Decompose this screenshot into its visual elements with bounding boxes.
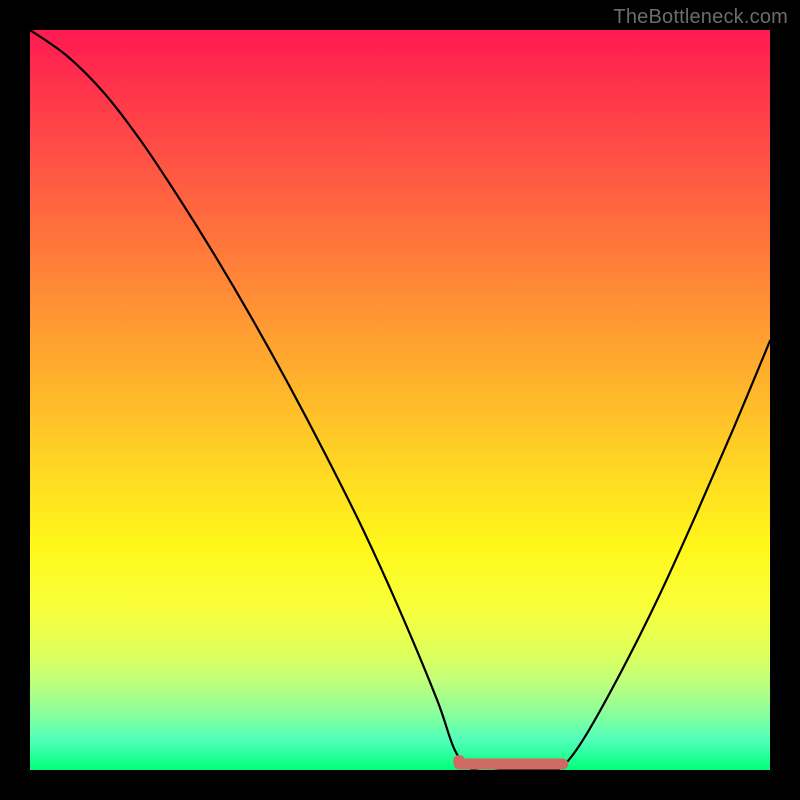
attribution-label: TheBottleneck.com xyxy=(613,6,788,29)
flat-region-start-dot xyxy=(453,755,465,767)
chart-svg xyxy=(30,30,770,770)
curve-line xyxy=(30,30,770,770)
chart-frame: TheBottleneck.com xyxy=(0,0,800,800)
plot-area xyxy=(30,30,770,770)
